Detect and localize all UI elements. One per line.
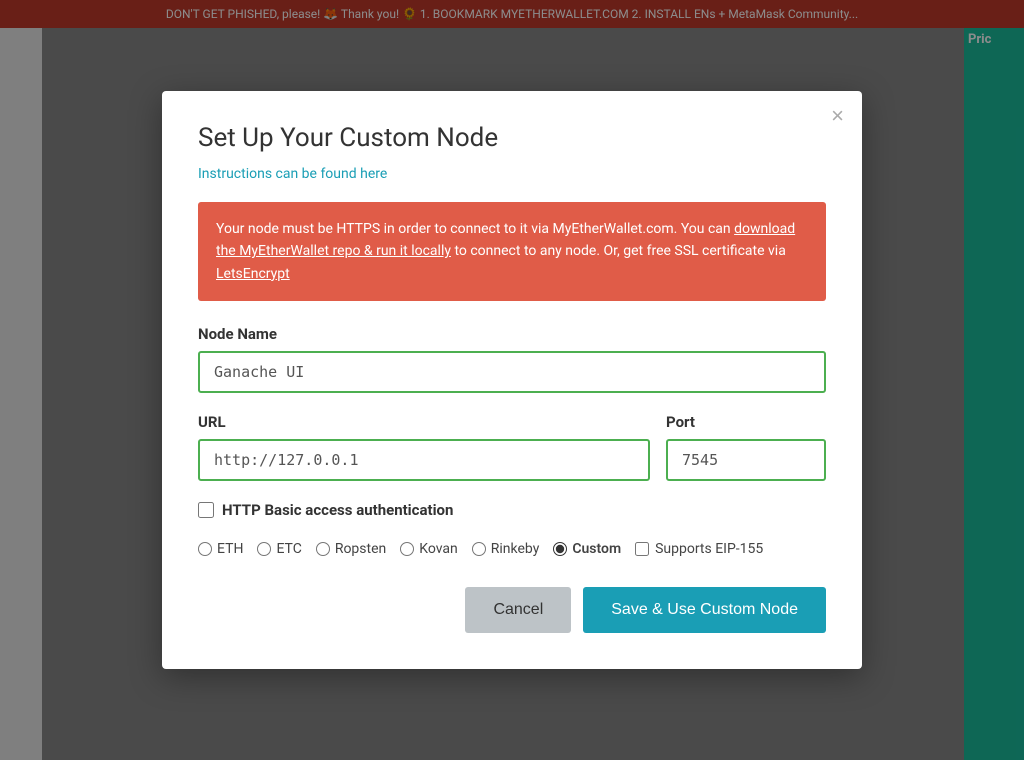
radio-eth-label[interactable]: ETH	[217, 541, 243, 557]
alert-box: Your node must be HTTPS in order to conn…	[198, 202, 826, 301]
modal-title: Set Up Your Custom Node	[198, 123, 826, 153]
http-auth-row: HTTP Basic access authentication	[198, 501, 826, 519]
radio-ropsten-input[interactable]	[316, 542, 330, 556]
modal-dialog: × Set Up Your Custom Node Instructions c…	[162, 91, 862, 669]
radio-custom-input[interactable]	[553, 542, 567, 556]
cancel-button[interactable]: Cancel	[465, 587, 571, 633]
radio-ropsten: Ropsten	[316, 541, 386, 557]
radio-eth-input[interactable]	[198, 542, 212, 556]
http-auth-checkbox[interactable]	[198, 502, 214, 518]
radio-kovan-label[interactable]: Kovan	[419, 541, 458, 557]
url-label: URL	[198, 413, 650, 431]
close-button[interactable]: ×	[831, 105, 844, 127]
modal-overlay: × Set Up Your Custom Node Instructions c…	[0, 0, 1024, 760]
save-button[interactable]: Save & Use Custom Node	[583, 587, 826, 633]
url-input[interactable]	[198, 439, 650, 481]
radio-etc-label[interactable]: ETC	[276, 541, 301, 557]
radio-kovan-input[interactable]	[400, 542, 414, 556]
button-row: Cancel Save & Use Custom Node	[198, 587, 826, 633]
port-input[interactable]	[666, 439, 826, 481]
radio-rinkeby-label[interactable]: Rinkeby	[491, 541, 540, 557]
radio-custom-label[interactable]: Custom	[572, 541, 621, 557]
node-name-input[interactable]	[198, 351, 826, 393]
eip155-row: Supports EIP-155	[635, 541, 763, 557]
url-port-row: URL Port	[198, 413, 826, 481]
port-label: Port	[666, 413, 826, 431]
network-radio-row: ETH ETC Ropsten Kovan Rinkeby Custom	[198, 541, 826, 557]
eip155-label[interactable]: Supports EIP-155	[655, 541, 763, 557]
alert-text-1: Your node must be HTTPS in order to conn…	[216, 221, 734, 237]
radio-eth: ETH	[198, 541, 243, 557]
radio-ropsten-label[interactable]: Ropsten	[335, 541, 386, 557]
http-auth-label[interactable]: HTTP Basic access authentication	[222, 501, 453, 519]
url-group: URL	[198, 413, 650, 481]
radio-rinkeby-input[interactable]	[472, 542, 486, 556]
radio-etc-input[interactable]	[257, 542, 271, 556]
radio-etc: ETC	[257, 541, 301, 557]
radio-rinkeby: Rinkeby	[472, 541, 540, 557]
radio-kovan: Kovan	[400, 541, 458, 557]
instructions-link[interactable]: Instructions can be found here	[198, 166, 387, 182]
alert-link-2[interactable]: LetsEncrypt	[216, 266, 290, 282]
port-group: Port	[666, 413, 826, 481]
radio-custom: Custom	[553, 541, 621, 557]
alert-text-2: to connect to any node. Or, get free SSL…	[451, 243, 786, 259]
eip155-checkbox[interactable]	[635, 542, 649, 556]
node-name-label: Node Name	[198, 325, 826, 343]
